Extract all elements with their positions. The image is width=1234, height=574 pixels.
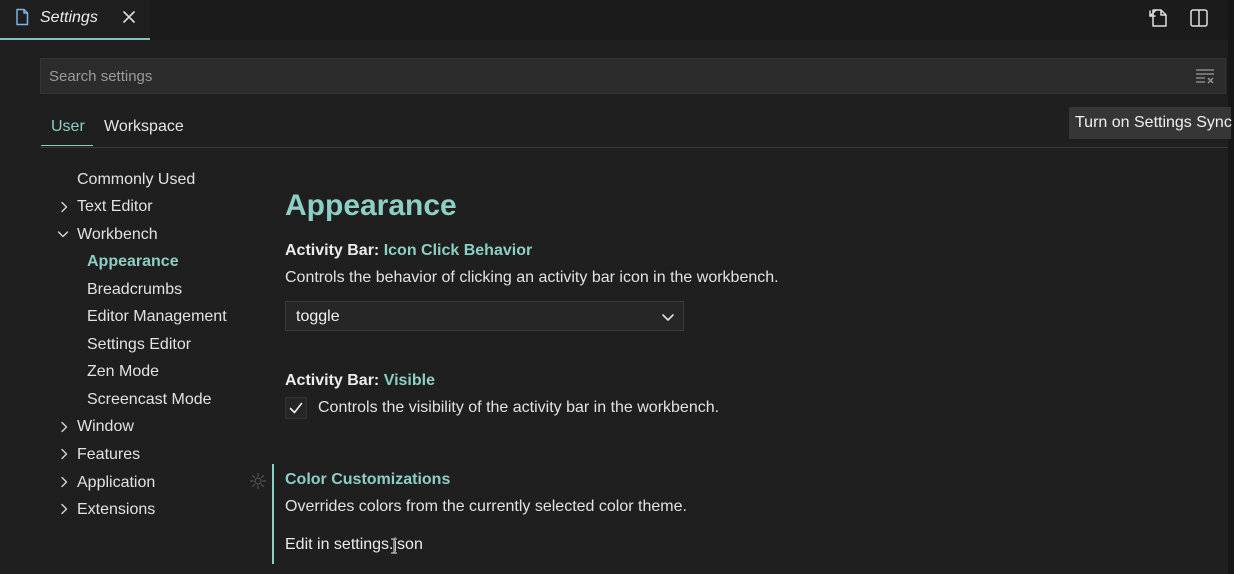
setting-name: Icon Click Behavior bbox=[383, 242, 533, 259]
close-icon[interactable] bbox=[120, 8, 138, 26]
gear-icon[interactable] bbox=[249, 472, 267, 490]
setting-title: Activity Bar: Visible bbox=[285, 372, 435, 390]
toc-item-settings-editor[interactable]: Settings Editor bbox=[87, 336, 191, 354]
open-settings-json-icon[interactable] bbox=[1148, 7, 1170, 29]
toc-item-window[interactable]: Window bbox=[77, 418, 134, 436]
tab-workspace[interactable]: Workspace bbox=[104, 118, 184, 145]
chevron-right-icon[interactable] bbox=[58, 448, 70, 460]
chevron-right-icon[interactable] bbox=[58, 421, 70, 433]
select-value: toggle bbox=[296, 308, 340, 325]
chevron-right-icon[interactable] bbox=[58, 503, 70, 515]
setting-title: Activity Bar: Icon Click Behavior bbox=[285, 242, 532, 260]
edit-in-settings-json-link[interactable]: Edit in settings.json bbox=[285, 536, 423, 554]
toc-item-text-editor[interactable]: Text Editor bbox=[77, 198, 153, 216]
turn-on-settings-sync-button[interactable]: Turn on Settings Sync bbox=[1069, 107, 1232, 139]
setting-description: Overrides colors from the currently sele… bbox=[285, 498, 687, 515]
chevron-down-icon bbox=[662, 314, 674, 321]
activity-bar-visible-checkbox[interactable] bbox=[285, 397, 307, 419]
tab-label: Settings bbox=[40, 9, 98, 26]
toc-item-features[interactable]: Features bbox=[77, 446, 140, 464]
focused-setting-indicator bbox=[272, 464, 274, 564]
toc-item-screencast-mode[interactable]: Screencast Mode bbox=[87, 391, 212, 409]
setting-description: Controls the behavior of clicking an act… bbox=[285, 269, 779, 286]
icon-click-behavior-select[interactable]: toggle bbox=[285, 301, 684, 331]
toc-item-editor-management[interactable]: Editor Management bbox=[87, 308, 227, 326]
chevron-right-icon[interactable] bbox=[58, 476, 70, 488]
setting-description: Controls the visibility of the activity … bbox=[318, 399, 720, 416]
editor-tab-bar: Settings bbox=[0, 0, 1234, 40]
scope-divider bbox=[40, 147, 1228, 148]
toc-item-workbench[interactable]: Workbench bbox=[77, 226, 158, 244]
split-editor-icon[interactable] bbox=[1188, 7, 1210, 29]
setting-title: Color Customizations bbox=[285, 471, 450, 489]
toc-item-appearance[interactable]: Appearance bbox=[87, 253, 179, 271]
window-edge bbox=[1228, 0, 1234, 574]
tab-settings[interactable]: Settings bbox=[0, 0, 150, 40]
setting-name: Color Customizations bbox=[285, 471, 451, 488]
toc-item-breadcrumbs[interactable]: Breadcrumbs bbox=[87, 281, 182, 299]
section-title: Appearance bbox=[285, 189, 457, 222]
check-icon bbox=[289, 402, 303, 414]
setting-category: Activity Bar: bbox=[285, 242, 384, 259]
tab-user[interactable]: User bbox=[41, 118, 93, 146]
toc-item-zen-mode[interactable]: Zen Mode bbox=[87, 363, 159, 381]
chevron-right-icon[interactable] bbox=[58, 201, 70, 213]
chevron-down-icon[interactable] bbox=[57, 228, 69, 240]
file-icon bbox=[16, 8, 29, 26]
search-input[interactable] bbox=[41, 59, 1181, 93]
text-cursor-icon bbox=[391, 538, 397, 554]
clear-filter-icon[interactable] bbox=[1195, 68, 1215, 84]
setting-category: Activity Bar: bbox=[285, 372, 384, 389]
toc-item-commonly-used[interactable]: Commonly Used bbox=[77, 171, 195, 189]
search-box bbox=[40, 58, 1226, 94]
toc-item-application[interactable]: Application bbox=[77, 474, 155, 492]
toc-item-extensions[interactable]: Extensions bbox=[77, 501, 155, 519]
setting-name: Visible bbox=[383, 372, 435, 389]
